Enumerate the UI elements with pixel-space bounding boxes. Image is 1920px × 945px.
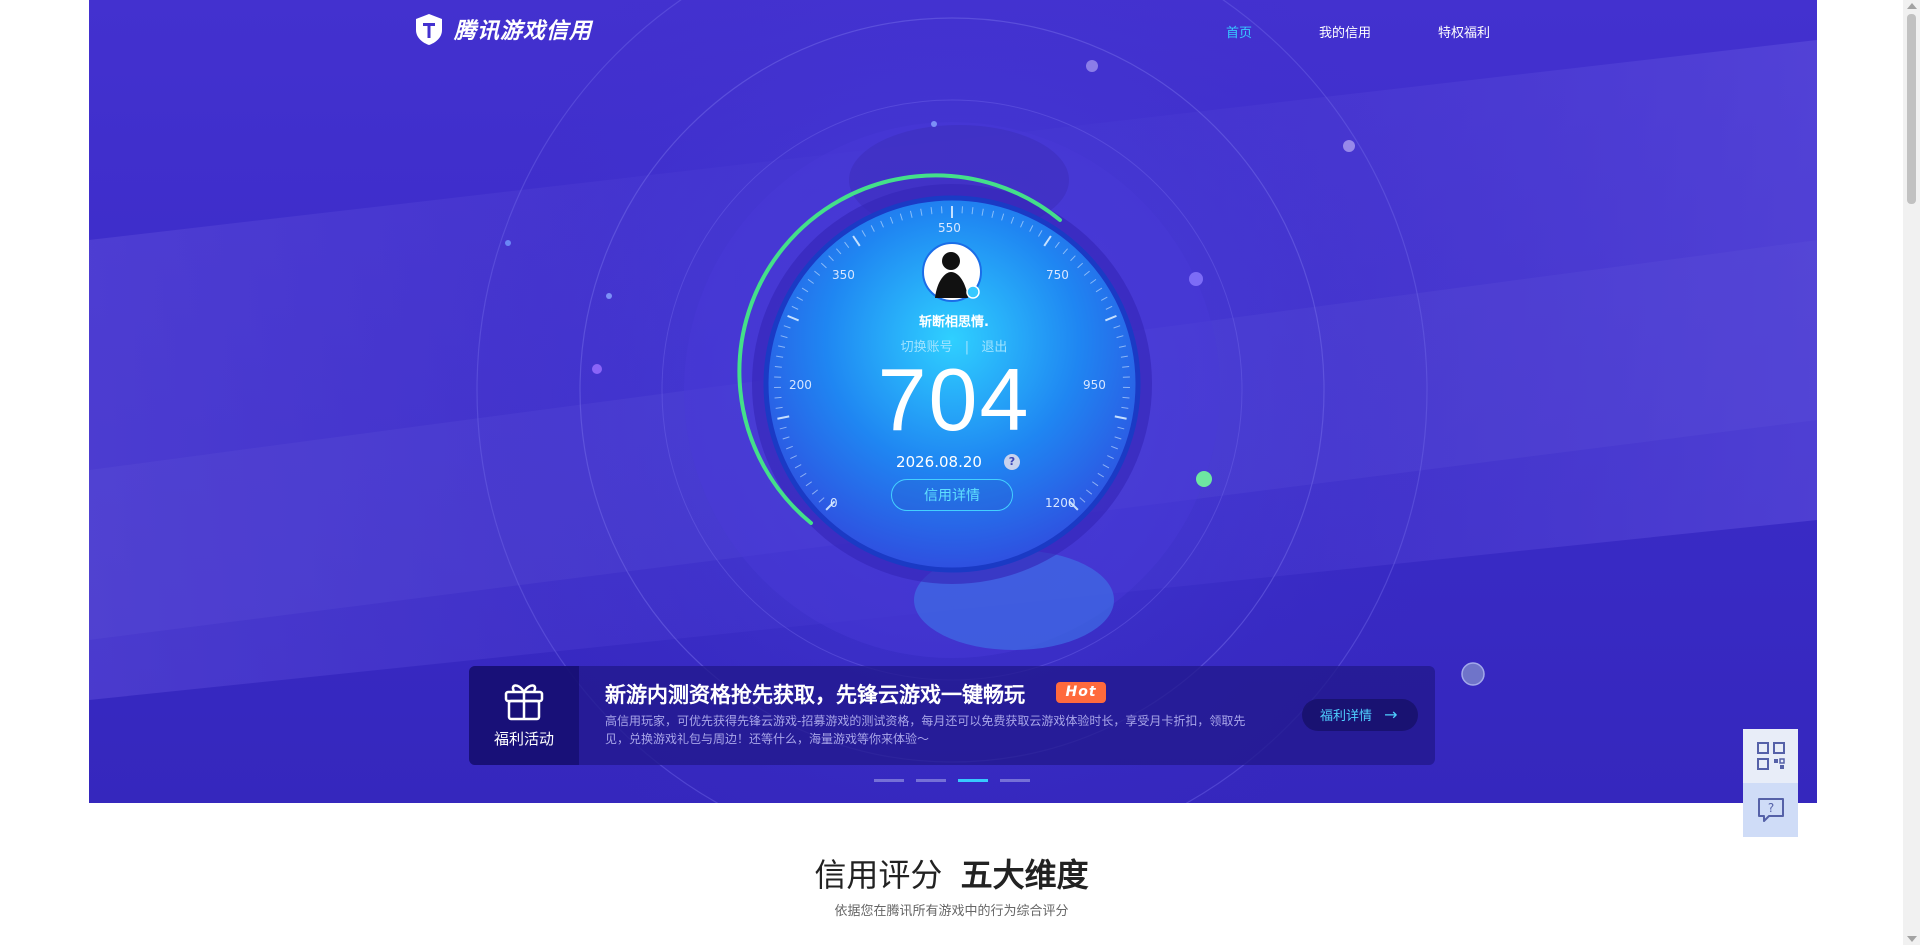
- score-date: 2026.08.20: [896, 453, 982, 471]
- feedback-button[interactable]: ?: [1743, 783, 1798, 837]
- banner-side: 福利活动: [469, 666, 579, 765]
- carousel-indicators: [874, 779, 1030, 782]
- qr-code-icon: [1756, 742, 1785, 770]
- welfare-detail-label: 福利详情: [1320, 709, 1373, 724]
- qr-code-button[interactable]: [1743, 729, 1798, 783]
- carousel-dot-3[interactable]: [958, 779, 988, 782]
- hot-badge: Hot: [1056, 682, 1106, 703]
- section-title-light: 信用评分: [814, 856, 943, 894]
- gauge-tick: [1122, 366, 1130, 368]
- hero-section: 腾讯游戏信用 首页 我的信用 特权福利 0 200 350 550 750 95…: [89, 0, 1817, 803]
- banner-title: 新游内测资格抢先获取，先锋云游戏一键畅玩: [605, 683, 1025, 707]
- tick-label-0: 0: [830, 496, 838, 510]
- welfare-detail-button[interactable]: 福利详情 →: [1302, 699, 1418, 731]
- gift-icon: [504, 684, 544, 721]
- arrow-right-icon: →: [1384, 705, 1398, 724]
- tick-label-550: 550: [938, 221, 961, 235]
- section-title: 信用评分 五大维度: [0, 850, 1903, 896]
- username: 斩断相思情.: [919, 315, 989, 330]
- scroll-down-icon[interactable]: [1907, 936, 1917, 942]
- gauge-tick: [774, 396, 782, 399]
- tick-label-350: 350: [832, 268, 855, 282]
- question-chat-icon: ?: [1757, 798, 1784, 822]
- verified-badge-icon: [966, 285, 980, 299]
- promo-banner: 福利活动 新游内测资格抢先获取，先锋云游戏一键畅玩 Hot 高信用玩家，可优先获…: [469, 666, 1435, 765]
- credit-score: 704: [877, 350, 1031, 449]
- page-scrollbar[interactable]: [1903, 0, 1920, 945]
- help-icon[interactable]: ?: [1004, 454, 1020, 470]
- scroll-thumb[interactable]: [1907, 14, 1916, 204]
- banner-side-label: 福利活动: [493, 730, 554, 748]
- carousel-dot-1[interactable]: [874, 779, 904, 782]
- section-subtitle: 依据您在腾讯所有游戏中的行为综合评分: [834, 904, 1069, 919]
- carousel-dot-2[interactable]: [916, 779, 946, 782]
- section-title-bold: 五大维度: [960, 856, 1089, 894]
- banner-description: 高信用玩家，可优先获得先锋云游戏-招募游戏的测试资格，每月还可以免费获取云游戏体…: [605, 714, 1246, 746]
- scroll-up-icon[interactable]: [1907, 3, 1917, 9]
- svg-text:?: ?: [1767, 801, 1773, 815]
- gauge-tick: [1122, 396, 1130, 399]
- tick-label-750: 750: [1046, 268, 1069, 282]
- gauge-tick: [774, 366, 782, 368]
- tick-label-950: 950: [1083, 378, 1106, 392]
- carousel-dot-4[interactable]: [1000, 779, 1030, 782]
- credit-detail-button[interactable]: 信用详情: [891, 479, 1013, 511]
- tick-label-1200: 1200: [1045, 496, 1076, 510]
- side-toolbar: ?: [1743, 729, 1798, 837]
- tick-label-200: 200: [789, 378, 812, 392]
- avatar[interactable]: [922, 242, 982, 302]
